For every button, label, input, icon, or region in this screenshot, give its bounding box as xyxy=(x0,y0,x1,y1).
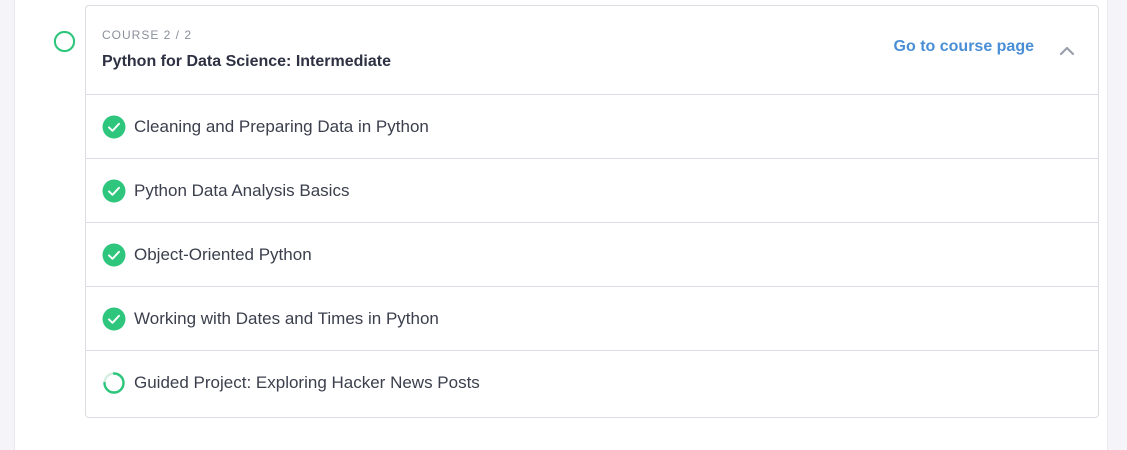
list-item[interactable]: Guided Project: Exploring Hacker News Po… xyxy=(86,351,1098,415)
course-number-label: COURSE 2 / 2 xyxy=(102,28,193,42)
course-card: COURSE 2 / 2 Python for Data Science: In… xyxy=(85,5,1099,418)
lesson-title: Guided Project: Exploring Hacker News Po… xyxy=(134,373,480,392)
check-circle-icon xyxy=(102,115,126,138)
lesson-title: Working with Dates and Times in Python xyxy=(134,308,439,328)
list-item[interactable]: Python Data Analysis Basics xyxy=(86,159,1098,223)
go-to-course-link[interactable]: Go to course page xyxy=(894,38,1034,56)
lesson-title: Object-Oriented Python xyxy=(134,244,312,264)
check-circle-icon xyxy=(102,179,126,202)
in-progress-ring-icon xyxy=(103,372,125,394)
lesson-title: Python Data Analysis Basics xyxy=(134,180,350,200)
list-item[interactable]: Object-Oriented Python xyxy=(86,223,1098,287)
course-title: Python for Data Science: Intermediate xyxy=(102,53,391,70)
check-circle-icon xyxy=(102,307,126,330)
lesson-list: Cleaning and Preparing Data in Python Py… xyxy=(86,95,1098,415)
lesson-title: Cleaning and Preparing Data in Python xyxy=(134,116,429,136)
check-circle-icon xyxy=(102,243,126,266)
list-item[interactable]: Cleaning and Preparing Data in Python xyxy=(86,95,1098,159)
course-progress-icon xyxy=(53,30,76,53)
course-header[interactable]: COURSE 2 / 2 Python for Data Science: In… xyxy=(86,6,1098,95)
chevron-up-icon[interactable] xyxy=(1058,42,1076,60)
list-item[interactable]: Working with Dates and Times in Python xyxy=(86,287,1098,351)
course-panel: COURSE 2 / 2 Python for Data Science: In… xyxy=(14,0,1108,450)
